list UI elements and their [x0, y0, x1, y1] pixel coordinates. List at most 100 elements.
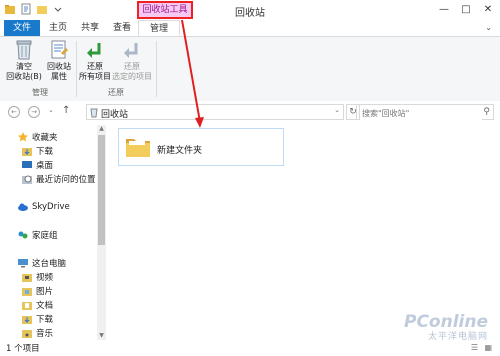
nav-skydrive[interactable]: SkyDrive	[18, 201, 70, 213]
tab-view[interactable]: 查看	[108, 20, 136, 36]
nav-label: 音乐	[36, 329, 54, 339]
search-box: ⚲	[356, 104, 494, 120]
address-bar-row: ← → ⌄ ↑ 回收站 ⌄ ↻ ⚲	[0, 101, 500, 123]
explorer-icon	[4, 3, 16, 15]
new-folder-icon[interactable]	[36, 3, 48, 15]
folder-icon	[125, 135, 151, 159]
restore-sel-label-2: 选定的项目	[112, 72, 152, 81]
nav-desktop[interactable]: 桌面	[22, 159, 53, 171]
ribbon-expand-icon[interactable]: ⌄	[485, 23, 492, 32]
back-button[interactable]: ←	[8, 106, 20, 118]
scroll-thumb[interactable]	[98, 135, 105, 245]
file-list: 新建文件夹	[108, 123, 500, 342]
address-box[interactable]: 回收站 ⌄	[86, 104, 344, 120]
nav-label: 最近访问的位置	[36, 175, 96, 185]
window-controls: — □ ✕	[438, 3, 494, 15]
empty-bin-label-1: 清空	[16, 62, 32, 71]
nav-thispc[interactable]: 这台电脑	[18, 257, 66, 269]
nav-scrollbar[interactable]: ▲ ▼	[97, 125, 106, 340]
nav-label: SkyDrive	[32, 202, 70, 212]
nav-label: 下载	[36, 315, 54, 325]
nav-label: 视频	[36, 273, 54, 283]
documents-folder-icon	[22, 300, 32, 310]
details-view-icon[interactable]: ☰	[471, 343, 478, 352]
download-folder-icon	[22, 146, 32, 156]
title-bar: 回收站工具 回收站 — □ ✕	[0, 0, 500, 21]
search-icon[interactable]: ⚲	[483, 107, 490, 117]
file-name: 新建文件夹	[157, 146, 203, 156]
scroll-up-icon[interactable]: ▲	[97, 125, 106, 133]
ribbon-separator	[156, 41, 157, 97]
homegroup-icon	[18, 230, 28, 240]
item-count: 1 个项目	[6, 344, 40, 354]
nav-homegroup[interactable]: 家庭组	[18, 229, 58, 241]
pictures-folder-icon	[22, 286, 32, 296]
restore-sel-label-1: 还原	[124, 62, 140, 71]
group-label-manage: 管理	[32, 88, 48, 97]
music-folder-icon	[22, 328, 32, 338]
group-label-restore: 还原	[108, 88, 124, 97]
navigation-pane: 收藏夹 下载 桌面 最近访问的位置 SkyDrive 家庭组 这台电脑 视频 图…	[0, 123, 108, 342]
tab-file[interactable]: 文件	[4, 20, 40, 36]
nav-label: 文档	[36, 301, 54, 311]
nav-downloads-pc[interactable]: 下载	[22, 313, 53, 325]
window-title: 回收站	[235, 8, 265, 19]
ribbon: 清空 回收站(B) 回收站 属性 管理 还原 所有项目 还原 选定的项目 还原	[0, 37, 500, 102]
nav-downloads[interactable]: 下载	[22, 145, 53, 157]
minimize-icon[interactable]: —	[438, 3, 450, 15]
restore-all-label-2: 所有项目	[79, 72, 111, 81]
recycle-bin-properties-button[interactable]: 回收站 属性	[44, 39, 74, 82]
restore-all-icon	[85, 39, 105, 61]
star-icon	[18, 132, 28, 142]
nav-favorites[interactable]: 收藏夹	[18, 131, 58, 143]
properties-icon[interactable]	[20, 3, 32, 15]
desktop-icon	[22, 160, 32, 170]
bin-props-label-2: 属性	[51, 72, 67, 81]
qat-dropdown-icon[interactable]	[52, 3, 64, 15]
restore-all-button[interactable]: 还原 所有项目	[76, 39, 114, 82]
forward-button[interactable]: →	[28, 106, 40, 118]
nav-recent[interactable]: 最近访问的位置	[22, 173, 96, 185]
empty-bin-label-2: 回收站(B)	[6, 72, 42, 81]
recent-locations-icon[interactable]: ⌄	[48, 106, 54, 114]
properties-icon	[49, 39, 69, 61]
bin-small-icon	[89, 107, 99, 121]
tab-share[interactable]: 共享	[76, 20, 104, 36]
recycle-bin-icon	[14, 39, 34, 61]
large-icons-view-icon[interactable]: ▦	[484, 343, 492, 352]
download-folder-icon	[22, 314, 32, 324]
address-path: 回收站	[101, 110, 129, 120]
recycle-bin-tools-header: 回收站工具	[137, 1, 193, 19]
restore-selected-button[interactable]: 还原 选定的项目	[110, 39, 154, 82]
restore-all-label-1: 还原	[87, 62, 103, 71]
nav-label: 桌面	[36, 161, 54, 171]
tab-manage[interactable]: 管理	[138, 20, 180, 36]
recent-places-icon	[22, 174, 32, 184]
up-button[interactable]: ↑	[62, 105, 70, 116]
nav-documents[interactable]: 文档	[22, 299, 53, 311]
restore-selected-icon	[122, 39, 142, 61]
status-bar: 1 个项目 ☰ ▦	[0, 342, 500, 356]
nav-label: 这台电脑	[32, 259, 67, 269]
address-dropdown-icon[interactable]: ⌄	[334, 106, 340, 114]
computer-icon	[18, 258, 28, 268]
search-input[interactable]	[360, 106, 482, 120]
cloud-icon	[18, 202, 28, 212]
nav-label: 图片	[36, 287, 54, 297]
scroll-down-icon[interactable]: ▼	[97, 332, 106, 340]
nav-videos[interactable]: 视频	[22, 271, 53, 283]
empty-recycle-bin-button[interactable]: 清空 回收站(B)	[6, 39, 42, 82]
ribbon-tabs: 文件 主页 共享 查看 管理 ⌄	[0, 20, 500, 37]
file-item[interactable]: 新建文件夹	[118, 128, 284, 166]
tab-home[interactable]: 主页	[44, 20, 72, 36]
videos-folder-icon	[22, 272, 32, 282]
bin-props-label-1: 回收站	[47, 62, 71, 71]
nav-label: 收藏夹	[32, 133, 58, 143]
maximize-icon[interactable]: □	[460, 3, 472, 15]
nav-label: 下载	[36, 147, 54, 157]
nav-pictures[interactable]: 图片	[22, 285, 53, 297]
quick-access-toolbar	[4, 3, 64, 15]
nav-music[interactable]: 音乐	[22, 327, 53, 339]
pconline-watermark: PConline 太平洋电脑网	[404, 312, 488, 342]
close-icon[interactable]: ✕	[482, 3, 494, 15]
